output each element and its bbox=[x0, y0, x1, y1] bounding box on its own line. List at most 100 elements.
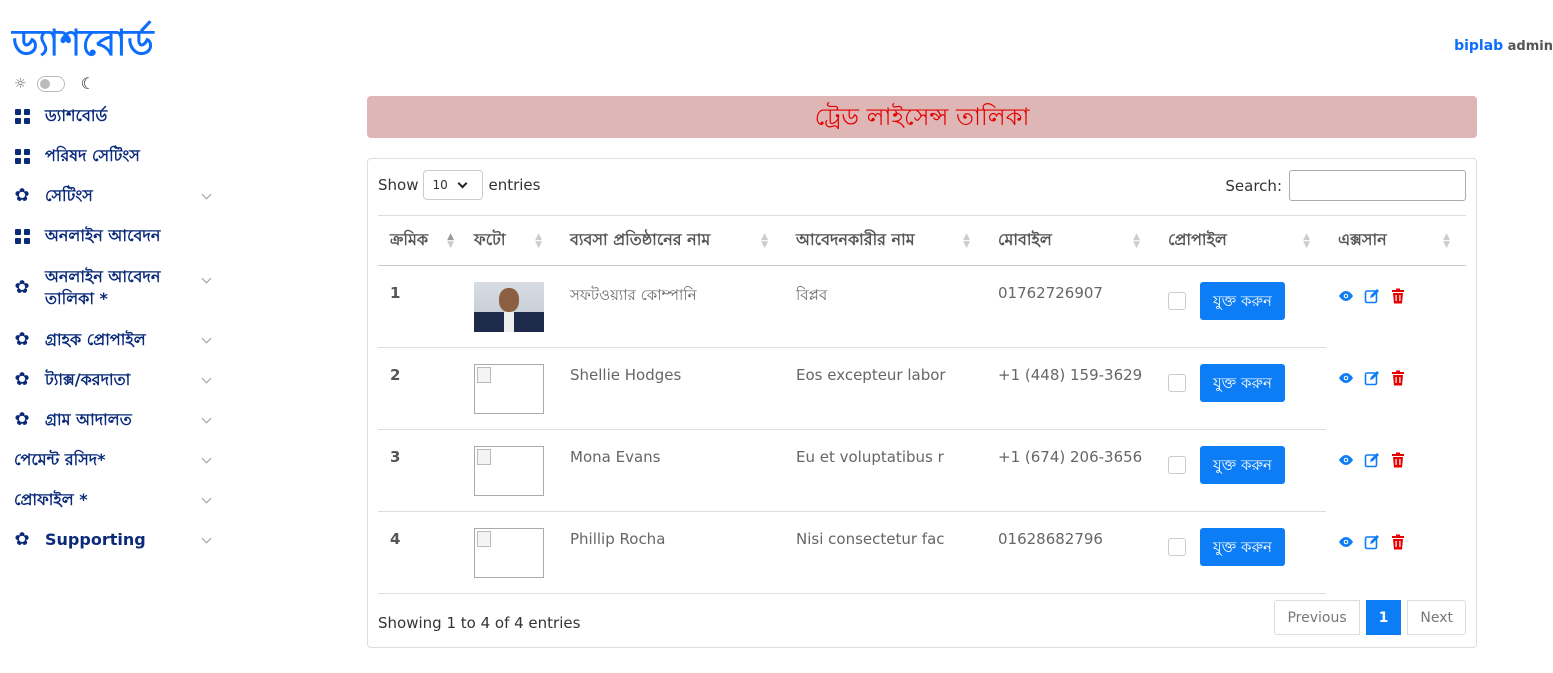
mobile-cell: 01628682796 bbox=[986, 511, 1156, 594]
business-name-cell: Mona Evans bbox=[558, 429, 784, 512]
column-header-3[interactable]: আবেদনকারীর নাম ▲ ▼ bbox=[784, 215, 986, 266]
delete-icon[interactable] bbox=[1390, 534, 1406, 550]
chevron-down-icon bbox=[200, 190, 212, 202]
row-checkbox[interactable] bbox=[1168, 374, 1186, 392]
sidebar-item-7[interactable]: ✿ গ্রাম আদালত bbox=[0, 400, 222, 440]
column-header-2[interactable]: ব্যবসা প্রতিষ্ঠানের নাম ▲ ▼ bbox=[558, 215, 784, 266]
sort-icon: ▲ ▼ bbox=[535, 232, 542, 250]
add-button[interactable]: যুক্ত করুন bbox=[1200, 528, 1285, 566]
add-button[interactable]: যুক্ত করুন bbox=[1200, 364, 1285, 402]
moon-icon: ☾ bbox=[80, 74, 95, 93]
page-size-select[interactable]: 10 bbox=[423, 170, 484, 200]
business-name-cell: সফটওয়্যার কোম্পানি bbox=[558, 265, 784, 348]
sidebar-item-10[interactable]: ✿ Supporting bbox=[0, 520, 222, 560]
profile-cell-td: যুক্ত করুন bbox=[1156, 265, 1326, 348]
column-header-6[interactable]: এক্সসান ▲ ▼ bbox=[1326, 215, 1466, 266]
entries-label: entries bbox=[488, 176, 541, 194]
mobile-cell: +1 (448) 159-3629 bbox=[986, 347, 1156, 430]
sidebar-item-8[interactable]: পেমেন্ট রসিদ* bbox=[0, 440, 222, 480]
column-header-0[interactable]: ক্রমিক ▲ ▼ bbox=[378, 215, 462, 266]
edit-icon[interactable] bbox=[1364, 370, 1380, 386]
search-control: Search: bbox=[1225, 170, 1466, 201]
chevron-down-icon bbox=[200, 534, 212, 546]
photo-cell bbox=[462, 429, 558, 512]
sidebar-item-5[interactable]: ✿ গ্রাহক প্রোপাইল bbox=[0, 320, 222, 360]
edit-icon[interactable] bbox=[1364, 452, 1380, 468]
show-label: Show bbox=[378, 176, 419, 194]
row-checkbox[interactable] bbox=[1168, 456, 1186, 474]
column-header-5[interactable]: প্রোপাইল ▲ ▼ bbox=[1156, 215, 1326, 266]
row-checkbox[interactable] bbox=[1168, 538, 1186, 556]
photo-cell bbox=[462, 511, 558, 594]
sort-icon: ▲ ▼ bbox=[963, 232, 970, 250]
applicant-name-cell: বিপ্লব bbox=[784, 265, 986, 348]
serial-cell: 2 bbox=[378, 347, 462, 430]
theme-toggle[interactable]: ☼ ☾ bbox=[14, 74, 95, 93]
broken-image-icon bbox=[474, 528, 544, 578]
add-button[interactable]: যুক্ত করুন bbox=[1200, 282, 1285, 320]
business-name-cell: Phillip Rocha bbox=[558, 511, 784, 594]
sidebar-item-2[interactable]: ✿ সেটিংস bbox=[0, 176, 222, 216]
sidebar-item-9[interactable]: প্রোফাইল * bbox=[0, 480, 222, 520]
theme-switch[interactable] bbox=[36, 75, 65, 92]
view-icon[interactable] bbox=[1338, 288, 1354, 304]
gear-icon: ✿ bbox=[14, 185, 30, 206]
column-header-4[interactable]: মোবাইল ▲ ▼ bbox=[986, 215, 1156, 266]
chevron-down-icon bbox=[200, 334, 212, 346]
previous-button[interactable]: Previous bbox=[1274, 600, 1360, 635]
view-icon[interactable] bbox=[1338, 370, 1354, 386]
applicant-name-cell: Eu et voluptatibus r bbox=[784, 429, 986, 512]
user-info[interactable]: biplab admin bbox=[1454, 38, 1553, 54]
delete-icon[interactable] bbox=[1390, 288, 1406, 304]
actions-cell bbox=[1326, 266, 1466, 348]
sidebar-item-4[interactable]: ✿ অনলাইন আবেদন তালিকা * bbox=[0, 256, 222, 320]
sidebar-item-label: গ্রাহক প্রোপাইল bbox=[45, 330, 146, 349]
table-row: 1 সফটওয়্যার কোম্পানি বিপ্লব 01762726907 যুক… bbox=[378, 265, 1466, 348]
sidebar-item-label: প্রোফাইল * bbox=[14, 490, 88, 509]
view-icon[interactable] bbox=[1338, 452, 1354, 468]
sidebar-item-label: ড্যাশবোর্ড bbox=[45, 106, 108, 125]
sidebar-item-label: পেমেন্ট রসিদ* bbox=[14, 450, 106, 469]
view-icon[interactable] bbox=[1338, 534, 1354, 550]
page-size-control: Show 10 entries bbox=[378, 170, 540, 200]
search-input[interactable] bbox=[1289, 170, 1466, 201]
sidebar-item-label: অনলাইন আবেদন bbox=[45, 226, 161, 245]
sidebar-item-label: অনলাইন আবেদন তালিকা * bbox=[45, 267, 161, 308]
sort-icon: ▲ ▼ bbox=[1133, 232, 1140, 250]
sidebar-item-label: গ্রাম আদালত bbox=[45, 410, 132, 429]
sidebar-item-0[interactable]: ড্যাশবোর্ড bbox=[0, 96, 222, 136]
user-name[interactable]: biplab bbox=[1454, 38, 1503, 54]
sort-icon: ▲ ▼ bbox=[1303, 232, 1310, 250]
sidebar-item-3[interactable]: অনলাইন আবেদন bbox=[0, 216, 222, 256]
applicant-photo bbox=[474, 282, 544, 332]
column-header-label: ফটো bbox=[474, 230, 506, 249]
add-button[interactable]: যুক্ত করুন bbox=[1200, 446, 1285, 484]
business-name-cell: Shellie Hodges bbox=[558, 347, 784, 430]
serial-cell: 1 bbox=[378, 265, 462, 348]
grid-icon bbox=[14, 148, 30, 164]
edit-icon[interactable] bbox=[1364, 534, 1380, 550]
row-checkbox[interactable] bbox=[1168, 292, 1186, 310]
page-size-value: 10 bbox=[432, 178, 448, 192]
sidebar-item-label: পরিষদ সেটিংস bbox=[45, 146, 140, 165]
broken-image-icon bbox=[474, 446, 544, 496]
sidebar-item-1[interactable]: পরিষদ সেটিংস bbox=[0, 136, 222, 176]
serial-cell: 3 bbox=[378, 429, 462, 512]
chevron-down-icon bbox=[200, 454, 212, 466]
gear-icon: ✿ bbox=[14, 529, 30, 550]
photo-cell bbox=[462, 347, 558, 430]
table-row: 3 Mona Evans Eu et voluptatibus r +1 (674) … bbox=[378, 429, 1466, 512]
next-button[interactable]: Next bbox=[1407, 600, 1466, 635]
chevron-down-icon bbox=[458, 178, 468, 189]
edit-icon[interactable] bbox=[1364, 288, 1380, 304]
sidebar-item-label: সেটিংস bbox=[45, 186, 93, 205]
sidebar-item-6[interactable]: ✿ ট্যাক্স/করদাতা bbox=[0, 360, 222, 400]
mobile-cell: 01762726907 bbox=[986, 265, 1156, 348]
chevron-down-icon bbox=[200, 374, 212, 386]
grid-icon bbox=[14, 228, 30, 244]
delete-icon[interactable] bbox=[1390, 370, 1406, 386]
gear-icon: ✿ bbox=[14, 409, 30, 430]
delete-icon[interactable] bbox=[1390, 452, 1406, 468]
column-header-1[interactable]: ফটো ▲ ▼ bbox=[462, 215, 558, 266]
page-1-button[interactable]: 1 bbox=[1365, 600, 1402, 635]
